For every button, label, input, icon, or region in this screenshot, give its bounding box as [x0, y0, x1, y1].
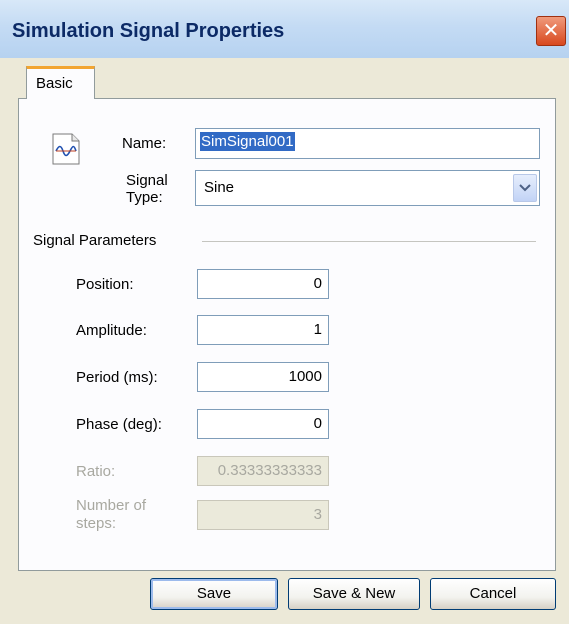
- steps-input: 3: [197, 500, 329, 530]
- close-button[interactable]: ✕: [536, 16, 566, 46]
- phase-input[interactable]: 0: [197, 409, 329, 439]
- tab-basic-label: Basic: [36, 75, 73, 92]
- name-input-value: SimSignal001: [200, 132, 295, 151]
- period-label: Period (ms):: [76, 369, 158, 386]
- tab-basic[interactable]: Basic: [26, 66, 95, 99]
- signal-wave-icon: [52, 133, 80, 165]
- chevron-down-icon[interactable]: [513, 174, 537, 202]
- cancel-button[interactable]: Cancel: [430, 578, 556, 610]
- title-bar: Simulation Signal Properties ✕: [0, 0, 569, 58]
- phase-label: Phase (deg):: [76, 416, 162, 433]
- signal-type-label: Signal Type:: [126, 172, 168, 206]
- position-label: Position:: [76, 276, 134, 293]
- signal-type-select[interactable]: Sine: [195, 170, 540, 206]
- amplitude-label: Amplitude:: [76, 322, 147, 339]
- window-title: Simulation Signal Properties: [12, 20, 285, 42]
- ratio-input: 0.33333333333: [197, 456, 329, 486]
- name-label: Name:: [122, 135, 167, 152]
- section-divider: [202, 241, 536, 242]
- amplitude-input[interactable]: 1: [197, 315, 329, 345]
- signal-parameters-heading: Signal Parameters: [33, 232, 157, 249]
- signal-type-value: Sine: [204, 179, 235, 196]
- period-input[interactable]: 1000: [197, 362, 329, 392]
- name-input[interactable]: SimSignal001: [195, 128, 540, 159]
- ratio-label: Ratio:: [76, 463, 116, 480]
- save-and-new-button[interactable]: Save & New: [288, 578, 420, 610]
- save-button[interactable]: Save: [150, 578, 278, 610]
- position-input[interactable]: 0: [197, 269, 329, 299]
- steps-label: Number of steps:: [76, 497, 147, 532]
